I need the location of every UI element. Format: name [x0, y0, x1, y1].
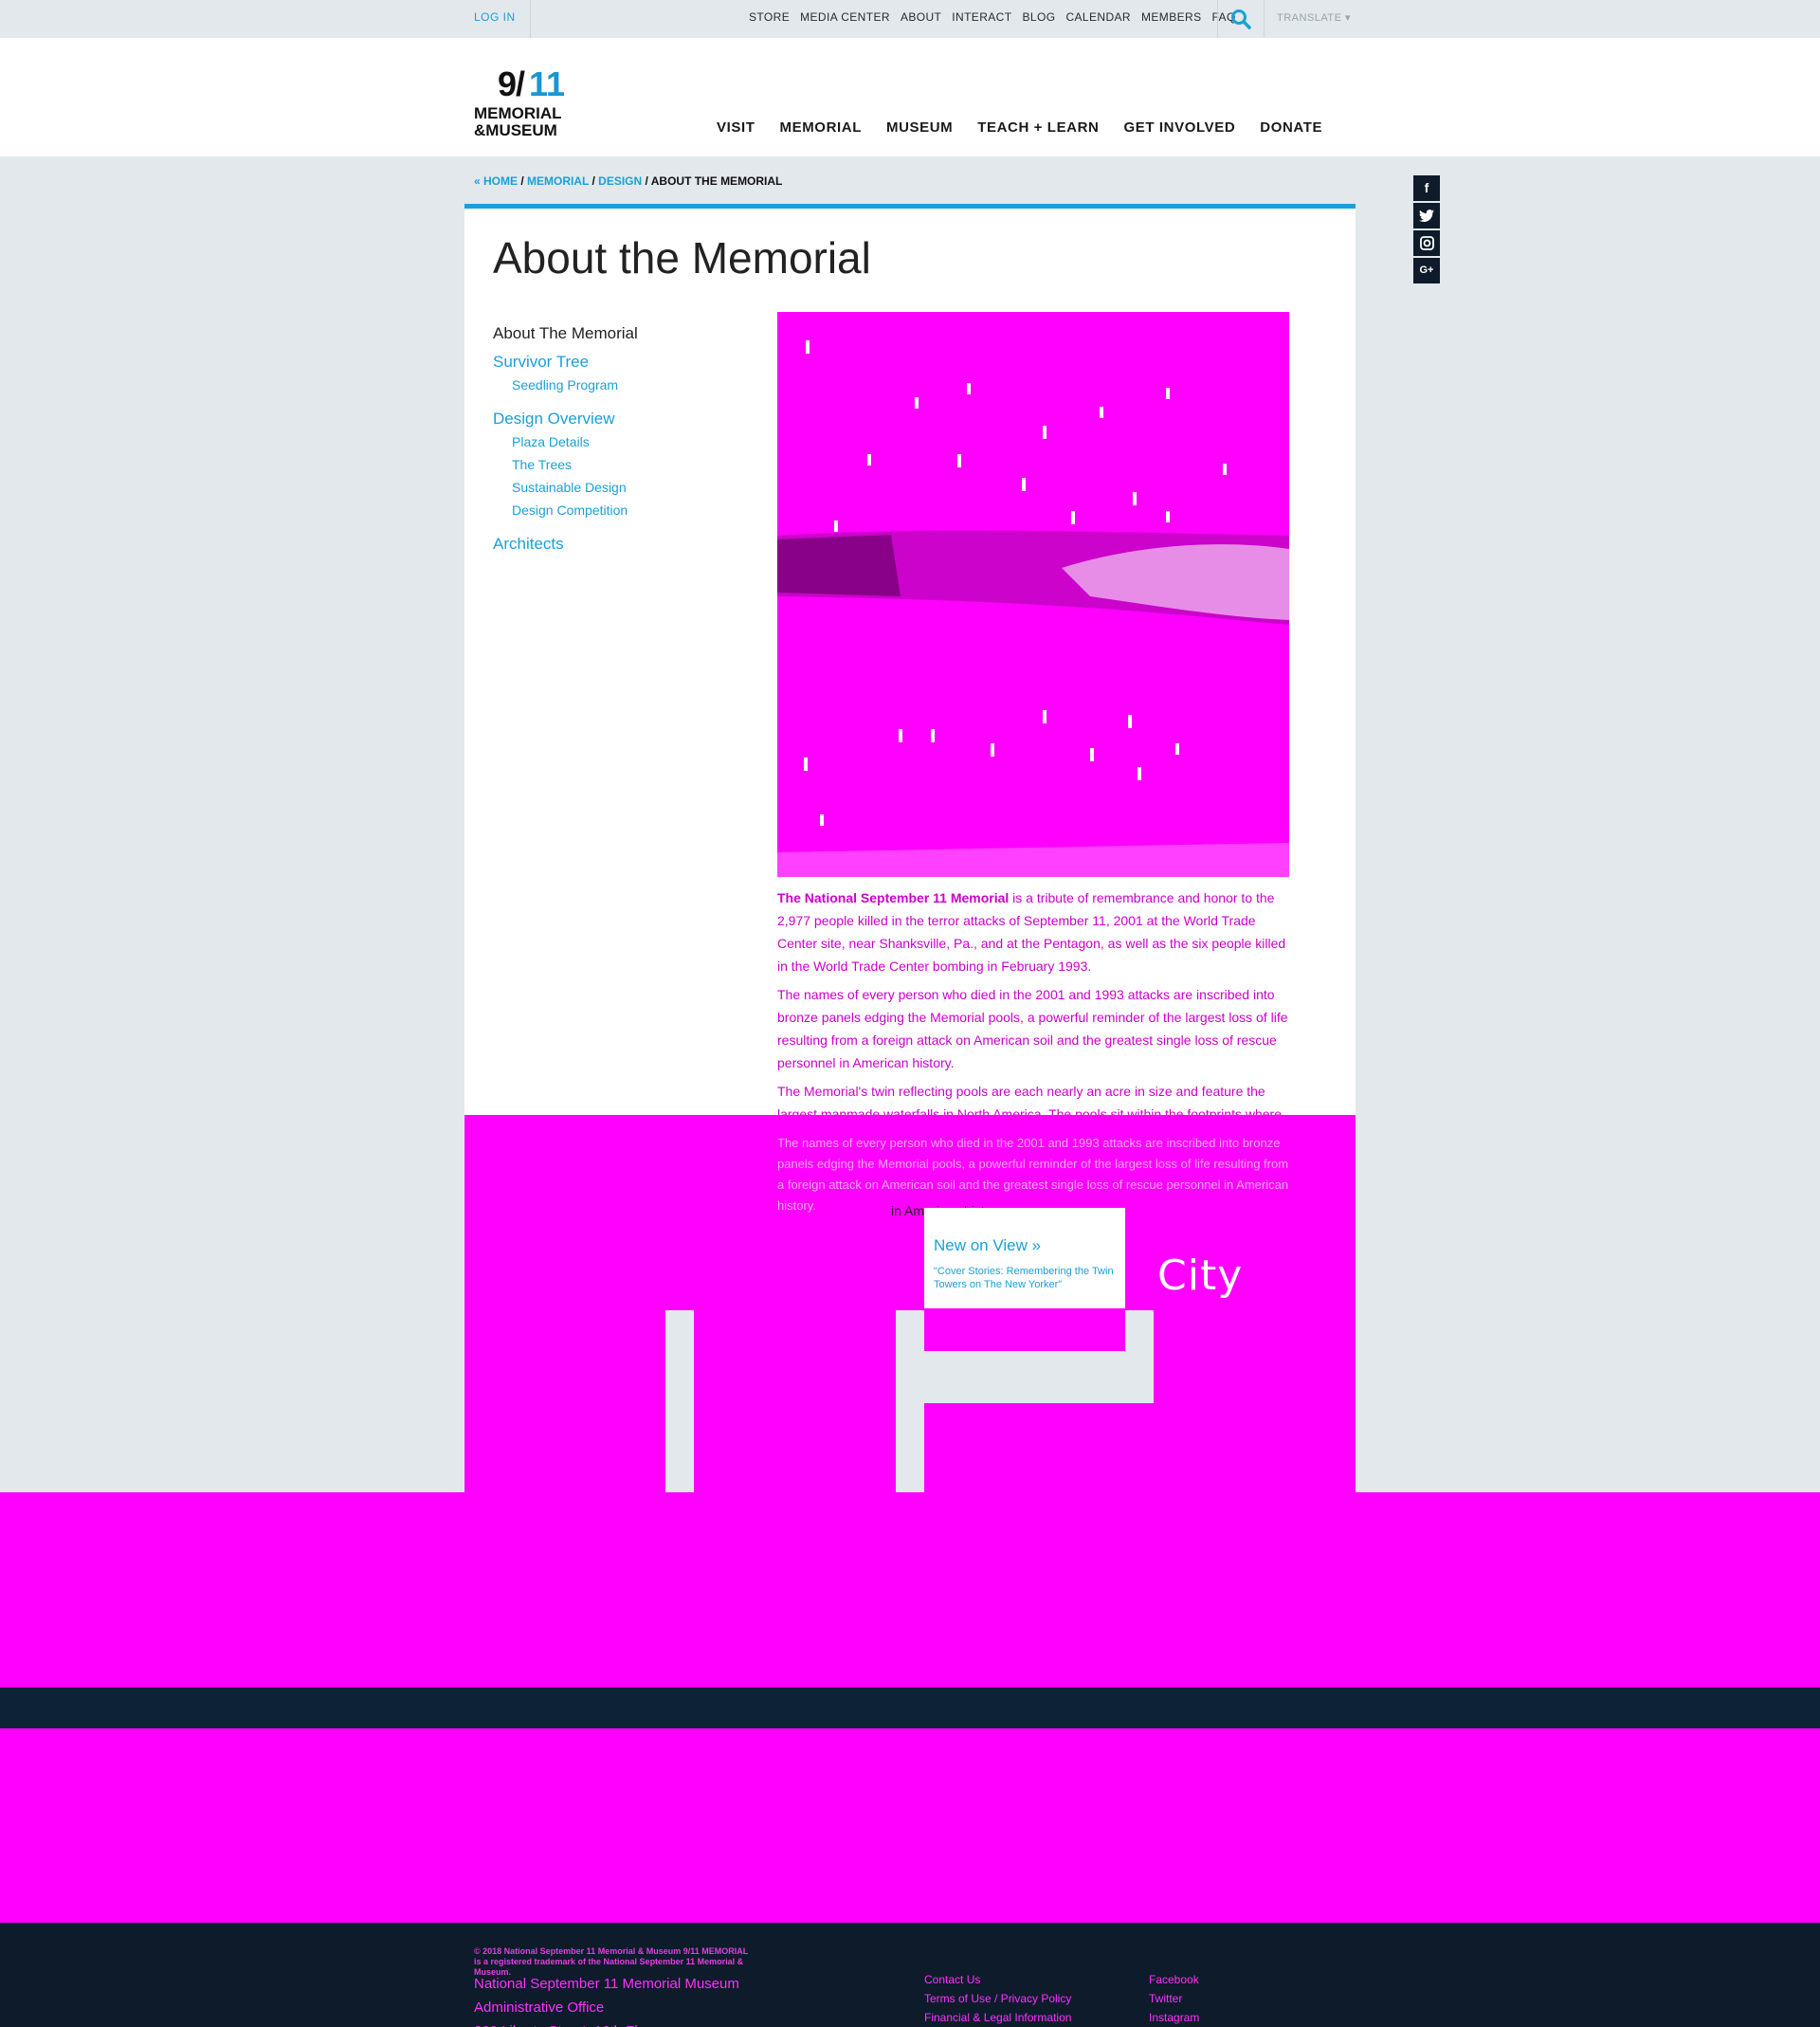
breadcrumb-design[interactable]: DESIGN: [598, 174, 642, 188]
nav-donate[interactable]: DONATE: [1260, 119, 1322, 136]
subnav-survivor-tree[interactable]: Survivor Tree: [493, 353, 758, 372]
tile-gap: [896, 1351, 1154, 1403]
contact-us-link[interactable]: Contact Us: [924, 1970, 1071, 1989]
subnav-about-memorial[interactable]: About The Memorial: [493, 324, 758, 343]
promo-ghost-text: The names of every person who died in th…: [777, 1136, 1289, 1213]
subnav-design-competition[interactable]: Design Competition: [512, 502, 758, 518]
address-block: National September 11 Memorial Museum Ad…: [474, 1972, 739, 2027]
footer-legal-links: Contact Us Terms of Use / Privacy Policy…: [924, 1970, 1071, 2027]
site-header: 9/ 11 MEMORIAL &MUSEUM VISIT MEMORIAL MU…: [0, 38, 1820, 156]
now-on-view-link[interactable]: New on View »: [934, 1236, 1041, 1255]
logo-line-museum: &MUSEUM: [474, 121, 557, 139]
social-share-bar: f G+: [1413, 175, 1441, 285]
logo-eleven: 11: [529, 64, 566, 103]
top-utility-bar: LOG IN STORE MEDIA CENTER ABOUT INTERACT…: [0, 0, 1820, 38]
subnav-the-trees[interactable]: The Trees: [512, 457, 758, 472]
main-navigation: VISIT MEMORIAL MUSEUM TEACH + LEARN GET …: [717, 119, 1322, 136]
breadcrumb: « HOME / MEMORIAL / DESIGN / ABOUT THE M…: [474, 174, 783, 188]
instagram-icon[interactable]: [1413, 230, 1440, 256]
nav-get-involved[interactable]: GET INVOLVED: [1123, 119, 1235, 136]
divider: [1264, 0, 1265, 38]
translate-dropdown[interactable]: TRANSLATE ▾: [1277, 11, 1351, 24]
financial-legal-link[interactable]: Financial & Legal Information: [924, 2008, 1071, 2027]
about-link[interactable]: ABOUT: [901, 10, 941, 24]
tile-gap: [665, 1310, 694, 1492]
footer-instagram-link[interactable]: Instagram: [1149, 2008, 1199, 2027]
subnav-seedling-program[interactable]: Seedling Program: [512, 377, 758, 393]
body-paragraph: The National September 11 Memorial is a …: [777, 886, 1294, 977]
now-on-view-card[interactable]: New on View » "Cover Stories: Rememberin…: [924, 1208, 1125, 1308]
footer-twitter-link[interactable]: Twitter: [1149, 1989, 1199, 2008]
calendar-link[interactable]: CALENDAR: [1065, 10, 1131, 24]
store-link[interactable]: STORE: [749, 10, 790, 24]
page-title: About the Memorial: [493, 233, 871, 283]
nav-museum[interactable]: MUSEUM: [886, 119, 953, 136]
utility-links: STORE MEDIA CENTER ABOUT INTERACT BLOG C…: [749, 10, 1236, 24]
google-plus-icon[interactable]: G+: [1413, 258, 1440, 283]
blog-link[interactable]: BLOG: [1022, 10, 1055, 24]
media-center-link[interactable]: MEDIA CENTER: [800, 10, 890, 24]
subnav-plaza-details[interactable]: Plaza Details: [512, 434, 758, 449]
footer-social-links: Facebook Twitter Instagram: [1149, 1970, 1199, 2027]
subnav-design-overview[interactable]: Design Overview: [493, 410, 758, 429]
nav-memorial[interactable]: MEMORIAL: [780, 119, 862, 136]
search-icon[interactable]: [1230, 9, 1251, 29]
footer-links-band: [0, 1728, 1820, 1923]
breadcrumb-current: ABOUT THE MEMORIAL: [650, 174, 783, 188]
info-band: [0, 1492, 1820, 1688]
login-link[interactable]: LOG IN: [474, 10, 516, 24]
terms-privacy-link[interactable]: Terms of Use / Privacy Policy: [924, 1989, 1071, 2008]
section-subnav: About The Memorial Survivor Tree Seedlin…: [493, 324, 758, 559]
subnav-architects[interactable]: Architects: [493, 535, 758, 554]
divider: [530, 0, 531, 38]
footer-office: Administrative Office: [474, 2000, 605, 2016]
tile-gap: [1125, 1310, 1154, 1403]
breadcrumb-home[interactable]: « HOME: [474, 174, 518, 188]
city-tile-heading: City: [1157, 1251, 1244, 1300]
footer-facebook-link[interactable]: Facebook: [1149, 1970, 1199, 1989]
nav-visit[interactable]: VISIT: [717, 119, 755, 136]
subnav-sustainable-design[interactable]: Sustainable Design: [512, 480, 758, 495]
logo-nine: 9/: [498, 64, 525, 103]
now-on-view-title: "Cover Stories: Remembering the Twin Tow…: [934, 1266, 1114, 1290]
breadcrumb-memorial[interactable]: MEMORIAL: [527, 174, 589, 188]
twitter-icon[interactable]: [1413, 203, 1440, 228]
site-logo[interactable]: 9/ 11 MEMORIAL &MUSEUM: [474, 64, 588, 140]
logo-line-memorial: MEMORIAL: [474, 104, 562, 122]
footer-org-name: National September 11 Memorial Museum: [474, 1976, 739, 1992]
members-link[interactable]: MEMBERS: [1141, 10, 1201, 24]
body-paragraph-2: The names of every person who died in th…: [777, 987, 1288, 1070]
facebook-icon[interactable]: f: [1413, 175, 1440, 201]
footer-street: 200 Liberty Street, 16th Floor: [474, 2019, 739, 2027]
interact-link[interactable]: INTERACT: [952, 10, 1011, 24]
dark-divider-band: [0, 1688, 1820, 1728]
site-footer: [0, 1923, 1820, 2027]
nav-teach-learn[interactable]: TEACH + LEARN: [977, 119, 1099, 136]
memorial-hero-image: [777, 312, 1289, 877]
divider: [1217, 0, 1218, 38]
body-lead: The National September 11 Memorial: [777, 890, 1010, 905]
